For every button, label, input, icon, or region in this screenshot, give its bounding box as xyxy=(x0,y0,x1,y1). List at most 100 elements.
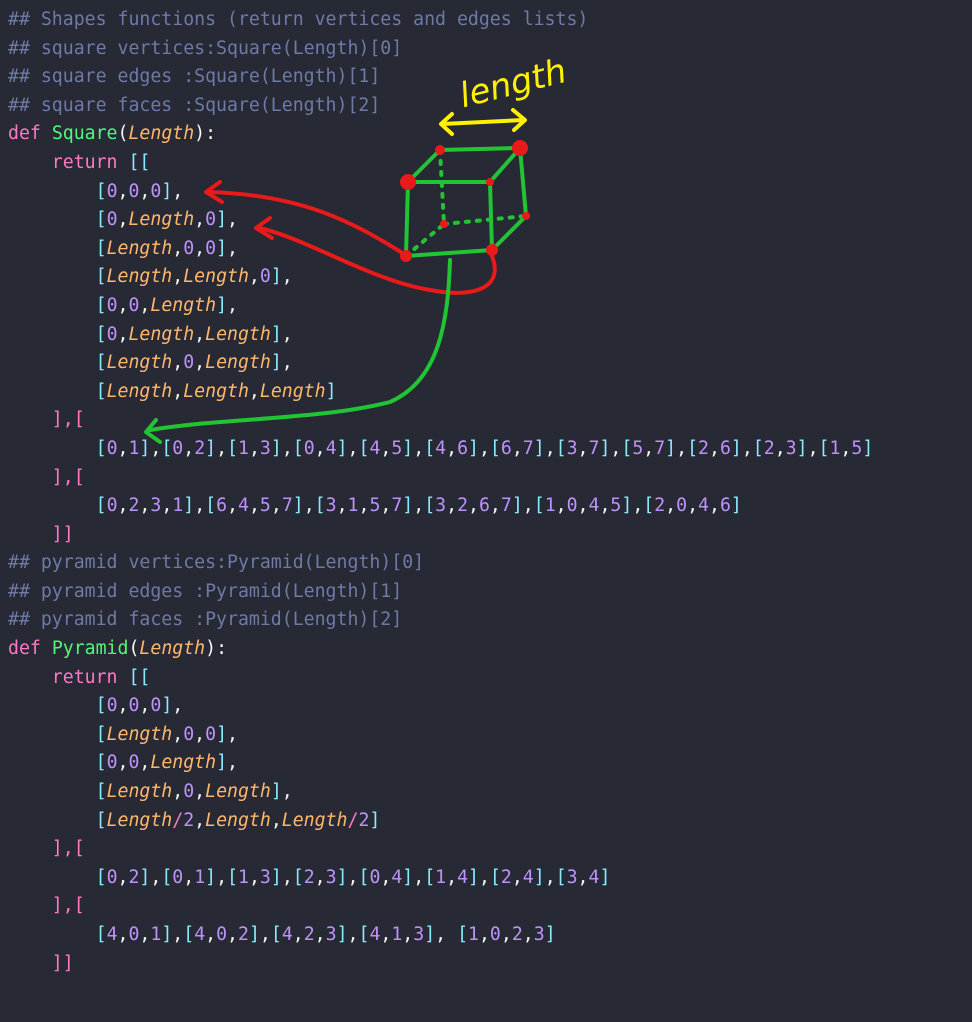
code-token: 2 xyxy=(194,437,206,459)
code-token: , xyxy=(194,723,206,745)
code-token: 3 xyxy=(435,495,447,517)
code-line[interactable]: ## square edges :Square(Length)[1] xyxy=(8,63,873,92)
code-line[interactable]: ],[ xyxy=(8,892,873,921)
code-line[interactable]: [0,Length,0], xyxy=(8,206,873,235)
code-token: , xyxy=(665,495,677,517)
code-line[interactable]: ## pyramid faces :Pyramid(Length)[2] xyxy=(8,606,873,635)
code-token: , xyxy=(610,437,622,459)
code-line[interactable]: [0,2,3,1],[6,4,5,7],[3,1,5,7],[3,2,6,7],… xyxy=(8,492,873,521)
code-line[interactable]: ],[ xyxy=(8,835,873,864)
code-token: ] xyxy=(533,866,545,888)
code-line[interactable]: [4,0,1],[4,0,2],[4,2,3],[4,1,3], [1,0,2,… xyxy=(8,921,873,950)
code-line[interactable]: ],[ xyxy=(8,406,873,435)
code-token: 0 xyxy=(128,752,140,774)
code-token: ] xyxy=(402,495,414,517)
code-token: [ xyxy=(8,209,107,231)
code-line[interactable]: [0,Length,Length], xyxy=(8,321,873,350)
code-token: [ xyxy=(8,237,107,259)
code-token: ## square faces :Square(Length)[2] xyxy=(8,94,381,116)
code-line[interactable]: def Pyramid(Length): xyxy=(8,635,873,664)
code-line[interactable]: [0,1],[0,2],[1,3],[0,4],[4,5],[4,6],[6,7… xyxy=(8,435,874,464)
code-token: , xyxy=(172,266,184,288)
code-line[interactable]: [Length,0,0], xyxy=(8,721,873,750)
code-token: ] xyxy=(468,866,479,888)
code-token: 5 xyxy=(851,437,863,459)
code-line[interactable]: ## pyramid vertices:Pyramid(Length)[0] xyxy=(8,549,873,578)
code-token: , xyxy=(117,294,129,316)
code-token: 7 xyxy=(391,495,403,517)
code-editor[interactable]: ## Shapes functions (return vertices and… xyxy=(8,6,873,978)
code-token: ] xyxy=(216,723,228,745)
code-token: 1 xyxy=(238,866,249,888)
code-token: ] xyxy=(270,866,282,888)
code-line[interactable]: ## square vertices:Square(Length)[0] xyxy=(8,35,873,64)
code-token: , xyxy=(139,180,151,202)
code-token: 0 xyxy=(128,180,140,202)
code-token: 3 xyxy=(325,866,337,888)
code-line[interactable]: [0,0,Length], xyxy=(8,749,873,778)
code-token: [ xyxy=(183,924,195,945)
code-token: , xyxy=(435,924,458,945)
code-token: 0 xyxy=(106,866,118,888)
code-line[interactable]: def Square(Length): xyxy=(8,120,873,149)
code-line[interactable]: ]] xyxy=(8,521,873,550)
code-line[interactable]: return [[ xyxy=(8,149,873,178)
code-token: [ xyxy=(161,437,173,459)
code-token: , xyxy=(227,495,238,517)
code-line[interactable]: ]] xyxy=(8,950,873,979)
code-line[interactable]: [0,0,Length], xyxy=(8,292,873,321)
code-line[interactable]: ## Shapes functions (return vertices and… xyxy=(8,6,873,35)
code-token: , xyxy=(139,695,151,717)
code-token: , xyxy=(194,237,206,259)
code-token: 0 xyxy=(205,237,217,259)
code-token: 4 xyxy=(194,924,206,945)
code-token: , xyxy=(139,495,151,517)
code-token: , xyxy=(402,924,414,945)
code-token: , xyxy=(270,809,282,831)
code-line[interactable]: [0,0,0], xyxy=(8,692,873,721)
code-token: , xyxy=(172,352,184,374)
code-line[interactable]: [Length/2,Length,Length/2] xyxy=(8,807,873,836)
code-token: ] xyxy=(402,866,414,888)
code-line[interactable]: [Length,Length,0], xyxy=(8,263,873,292)
code-line[interactable]: return [[ xyxy=(8,664,873,693)
code-token: , xyxy=(227,294,238,316)
code-token: 7 xyxy=(654,437,666,459)
code-line[interactable]: ],[ xyxy=(8,464,873,493)
code-token: ] xyxy=(216,237,228,259)
code-token: 4 xyxy=(106,924,118,945)
code-token: 0 xyxy=(128,695,140,717)
code-line[interactable]: [0,0,0], xyxy=(8,178,873,207)
code-token: 2 xyxy=(457,495,469,517)
code-token: , xyxy=(172,781,184,803)
code-token: , xyxy=(216,437,228,459)
code-line[interactable]: [Length,Length,Length] xyxy=(8,378,873,407)
code-line[interactable]: ## square faces :Square(Length)[2] xyxy=(8,92,873,121)
code-line[interactable]: [Length,0,0], xyxy=(8,235,873,264)
code-token: , xyxy=(555,495,567,517)
code-line[interactable]: ## pyramid edges :Pyramid(Length)[1] xyxy=(8,578,873,607)
code-token: [ xyxy=(95,924,107,945)
code-token: Length xyxy=(139,638,206,660)
code-token: [ xyxy=(8,752,107,774)
code-token: 7 xyxy=(588,437,600,459)
code-token: , xyxy=(741,437,753,459)
code-token: [ xyxy=(687,437,699,459)
code-token: ( xyxy=(117,123,129,145)
code-token: [ xyxy=(8,695,107,717)
code-token: [ xyxy=(8,723,107,745)
code-line[interactable]: [Length,0,Length], xyxy=(8,778,873,807)
code-line[interactable]: [Length,0,Length], xyxy=(8,349,873,378)
code-token: , xyxy=(807,437,819,459)
code-token: [ xyxy=(95,437,107,459)
code-token: 0 xyxy=(183,352,195,374)
code-token: return xyxy=(8,151,129,173)
code-token: ] xyxy=(216,209,228,231)
code-token: , xyxy=(347,924,359,945)
code-token: , xyxy=(511,437,523,459)
code-token: 2 xyxy=(303,866,315,888)
code-line[interactable]: [0,2],[0,1],[1,3],[2,3],[0,4],[1,4],[2,4… xyxy=(8,864,873,893)
code-token: 0 xyxy=(106,294,118,316)
code-token: [ xyxy=(489,437,501,459)
